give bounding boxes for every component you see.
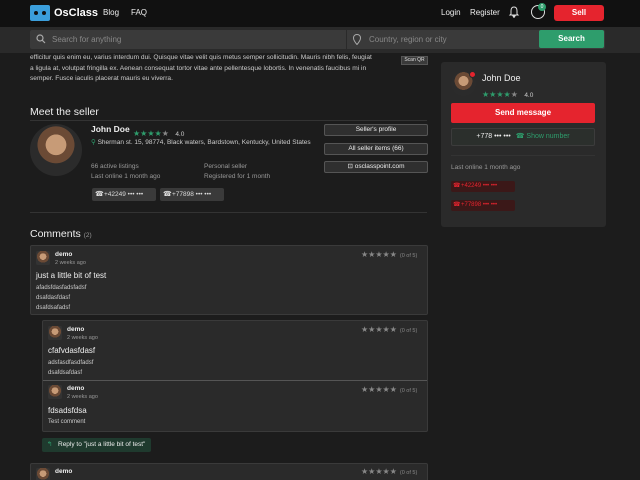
sidebar-seller-name[interactable]: John Doe <box>482 73 521 83</box>
comment-body: adsfasdfasdfadsf dsafdsafdasf <box>48 360 94 376</box>
bell-icon[interactable] <box>508 6 520 18</box>
commenter-avatar <box>48 326 62 340</box>
sidebar-rating: ★★★★★ 4.0 <box>482 90 534 99</box>
location-placeholder: Country, region or city <box>369 35 447 44</box>
logo-icon <box>30 5 50 21</box>
comment-rating: ★★★★★ (0 of 5) <box>361 325 418 334</box>
commenter-avatar <box>36 251 50 265</box>
divider <box>30 212 427 213</box>
commenter-name: demo <box>55 251 73 258</box>
sidebar-last-online: Last online 1 month ago <box>451 164 521 171</box>
seller-listings-count: 66 active listings <box>91 163 139 170</box>
comments-heading: Comments (2) <box>30 228 92 240</box>
link-icon: ⊡ <box>347 163 353 170</box>
divider <box>30 120 427 121</box>
comment-card: demo ★★★★★ (0 of 5) <box>30 463 428 480</box>
comment-date: 2 weeks ago <box>67 335 98 341</box>
comment-rating: ★★★★★ (0 of 5) <box>361 250 418 259</box>
commenter-name: demo <box>67 326 85 333</box>
commenter-avatar <box>48 385 62 399</box>
comment-date: 2 weeks ago <box>67 394 98 400</box>
seller-name[interactable]: John Doe <box>91 124 130 134</box>
meet-seller-heading: Meet the seller <box>30 106 99 118</box>
comment-rating: ★★★★★ (0 of 5) <box>361 467 418 476</box>
search-placeholder: Search for anything <box>52 35 122 44</box>
comment-replies-box: demo 2 weeks ago ★★★★★ (0 of 5) cfafvdasf… <box>42 320 428 432</box>
show-number-button[interactable]: +778 ••• ••• ☎ Show number <box>451 128 595 146</box>
register-link[interactable]: Register <box>470 8 500 17</box>
comments-count: (2) <box>83 232 92 239</box>
logo-text: OsClass <box>54 7 99 19</box>
comment-date: 2 weeks ago <box>55 260 86 266</box>
comment-title: just a little bit of test <box>36 271 107 280</box>
commenter-name: demo <box>55 468 73 475</box>
search-icon <box>36 34 46 44</box>
site-logo[interactable]: OsClass <box>30 5 98 21</box>
seller-profile-button[interactable]: Seller's profile <box>324 124 428 136</box>
search-button[interactable]: Search <box>539 30 604 48</box>
location-pin-icon <box>353 34 361 45</box>
send-message-button[interactable]: Send message <box>451 103 595 123</box>
reply-button[interactable]: Reply to "just a little bit of test" <box>42 438 152 452</box>
nav-blog[interactable]: Blog <box>103 8 119 17</box>
commenter-avatar <box>36 468 50 480</box>
divider <box>451 155 595 156</box>
seller-website-button[interactable]: ⊡ osclasspoint.com <box>324 161 428 173</box>
login-link[interactable]: Login <box>441 8 461 17</box>
listing-description: efficitur quis enim eu, varius interdum … <box>30 54 372 82</box>
location-pin-icon: ⚲ <box>91 139 96 146</box>
seller-phone-2-button[interactable]: +77898 ••• ••• <box>160 188 224 201</box>
notification-badge: 0 <box>538 3 546 11</box>
sidebar-phone-2[interactable]: +77898 ••• ••• <box>451 200 515 211</box>
comment-rating: ★★★★★ (0 of 5) <box>361 385 418 394</box>
search-input[interactable]: Search for anything <box>30 30 346 49</box>
comment-title: fdsadsfdsa <box>48 406 87 415</box>
seller-items-button[interactable]: All seller items (66) <box>324 143 428 155</box>
seller-phone-1-button[interactable]: +42249 ••• ••• <box>92 188 156 201</box>
seller-registered: Registered for 1 month <box>204 173 271 180</box>
phone-icon: ☎ <box>515 133 525 140</box>
comment-card: demo 2 weeks ago ★★★★★ (0 of 5) just a li… <box>30 245 428 315</box>
top-navbar: OsClass Blog FAQ Login Register 0 Sell <box>0 0 640 27</box>
seller-last-online: Last online 1 month ago <box>91 173 161 180</box>
sell-button[interactable]: Sell <box>554 5 604 21</box>
commenter-name: demo <box>67 385 85 392</box>
seller-type: Personal seller <box>204 163 247 170</box>
scan-qr-button[interactable]: Scan QR <box>401 56 428 65</box>
comment-body: Test comment <box>48 419 86 425</box>
seller-avatar[interactable] <box>30 124 82 176</box>
nav-faq[interactable]: FAQ <box>131 8 147 17</box>
sidebar-phone-1[interactable]: +42249 ••• ••• <box>451 181 515 192</box>
divider <box>43 380 427 381</box>
seller-address: ⚲ Sherman st. 15, 98774, Black waters, B… <box>91 139 311 146</box>
comment-body: afadsfdasfadsfadsf dsafdasfdasf dsafdsafad… <box>36 285 87 311</box>
status-dot <box>469 71 476 78</box>
comment-title: cfafvdasfdasf <box>48 346 96 355</box>
